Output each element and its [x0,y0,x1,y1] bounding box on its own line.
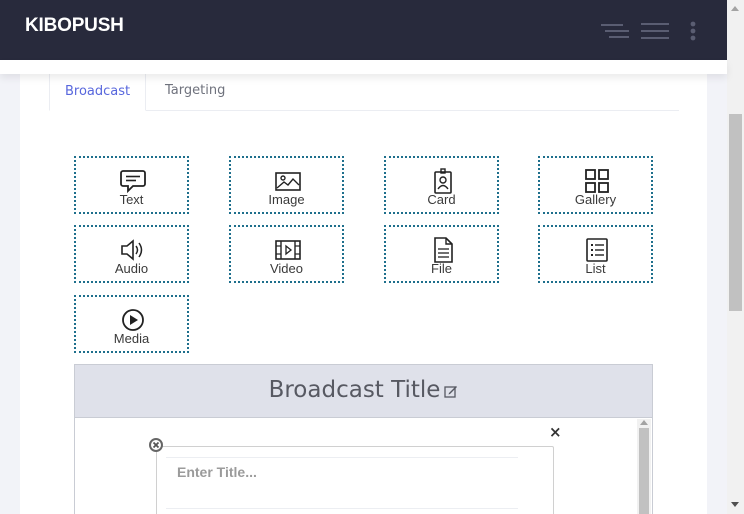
scroll-down-arrow-icon[interactable] [731,502,739,507]
video-icon [275,240,301,260]
component-card-button[interactable]: Card [384,156,499,214]
hamburger-menu-icon[interactable] [601,23,629,39]
scroll-up-arrow-icon[interactable] [731,6,739,11]
component-label: Audio [114,261,149,276]
edit-icon[interactable] [444,384,458,398]
tab-broadcast[interactable]: Broadcast [49,73,147,111]
remove-circle-icon[interactable] [149,438,163,452]
component-text-button[interactable]: Text [74,156,189,214]
preview-scrollbar[interactable] [637,419,651,514]
component-label: File [431,261,452,276]
broadcast-title[interactable]: Broadcast Title [75,377,652,403]
component-gallery-button[interactable]: Gallery [538,156,653,214]
component-media-button[interactable]: Media [74,295,189,353]
card-icon [434,168,452,194]
component-image-button[interactable]: Image [229,156,344,214]
audio-icon [121,239,143,261]
component-label: Text [119,192,144,207]
preview-header: Broadcast Title [75,365,652,418]
list-icon [586,238,608,262]
page-scrollbar[interactable] [727,0,744,514]
tab-bar: Broadcast Targeting [49,73,679,111]
component-video-button[interactable]: Video [229,225,344,283]
component-label: Media [113,331,150,346]
component-label: Image [268,192,305,207]
image-icon [275,172,301,191]
title-input[interactable] [166,457,518,509]
tab-targeting[interactable]: Targeting [150,73,240,111]
component-list-button[interactable]: List [538,225,653,283]
scroll-up-arrow-icon[interactable] [640,420,648,425]
media-play-icon [122,309,144,331]
close-component-button[interactable]: × [549,423,562,441]
file-icon [434,237,453,263]
page-scroll-thumb[interactable] [729,114,742,311]
component-label: Card [427,192,456,207]
preview-scroll-thumb[interactable] [639,428,649,514]
component-label: Gallery [574,192,617,207]
list-menu-icon[interactable] [641,22,669,40]
subheader-bar [0,60,727,74]
component-file-button[interactable]: File [384,225,499,283]
broadcast-title-text: Broadcast Title [268,377,441,403]
component-label: List [585,261,606,276]
component-label: Video [269,261,303,276]
top-navbar: KIBOPUSH [0,0,727,60]
component-audio-button[interactable]: Audio [74,225,189,283]
gallery-icon [585,169,609,193]
brand-logo[interactable]: KIBOPUSH [25,15,124,37]
more-vertical-icon[interactable] [689,21,697,41]
message-icon [120,170,146,194]
